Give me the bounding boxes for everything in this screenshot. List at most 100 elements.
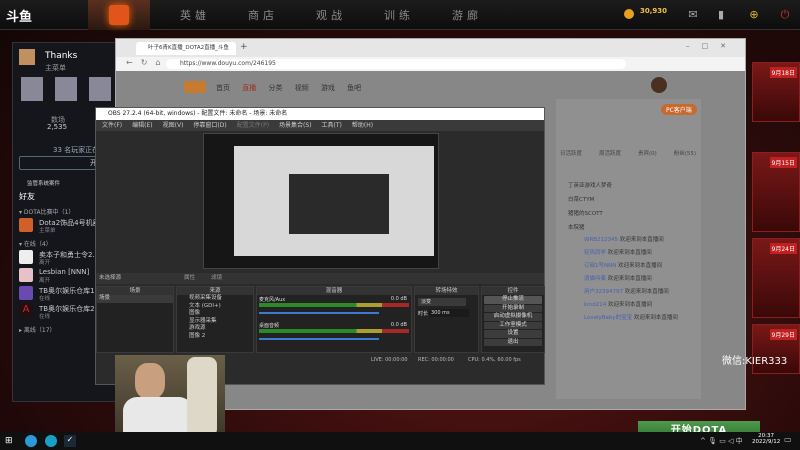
streamer-face (135, 363, 165, 399)
volume-slider[interactable] (259, 338, 379, 340)
friend-avatar (19, 218, 33, 232)
nav-category[interactable]: 分类 (268, 84, 282, 92)
app-icon[interactable] (45, 435, 57, 447)
transition-select[interactable]: 淡变 (418, 298, 466, 306)
nav-video[interactable]: 视频 (295, 84, 309, 92)
browser-tab[interactable]: 叶子6青K直播_DOTA2直播_斗鱼 (136, 42, 236, 55)
event-card[interactable]: 9月18日 (752, 62, 800, 122)
source-item[interactable]: 图像 (177, 310, 253, 318)
url-input[interactable]: https://www.douyu.com/246195 (166, 59, 626, 69)
group-offline[interactable]: ▸ 离线（17） (19, 325, 56, 334)
stop-streaming-button[interactable]: 停止推流 (484, 296, 542, 304)
tray-icons[interactable]: ^ 🎙 ▭ ◁ 中 (700, 436, 743, 446)
player-name: Thanks (45, 51, 78, 61)
group-in-game[interactable]: ▾ DOTA比赛中（1） (19, 207, 74, 216)
filters-button[interactable]: 滤镜 (211, 273, 222, 284)
report-link[interactable]: 监管系统案件 (27, 179, 60, 187)
nav-live[interactable]: 直播 (242, 84, 256, 92)
controls-dock: 控件 停止推流 开始录制 启动虚拟摄像机 工作室模式 设置 退出 (481, 286, 545, 353)
party-slot[interactable] (55, 77, 77, 101)
plus-icon[interactable]: ⊕ (745, 6, 763, 24)
preview-nested-obs (289, 174, 389, 234)
menu-tools[interactable]: 工具(T) (322, 122, 342, 129)
obs-title-bar: OBS 27.2.4 (64-bit, windows) - 配置文件: 未命名… (96, 108, 544, 120)
source-item[interactable]: 游戏源 (177, 325, 253, 333)
clock[interactable]: 20:37 2022/9/12 (752, 433, 780, 445)
nav-home[interactable]: 首页 (216, 84, 230, 92)
event-card[interactable]: 9月24日 (752, 238, 800, 318)
properties-button[interactable]: 属性 (184, 273, 195, 284)
dock-title: 来源 (177, 287, 253, 295)
clock-date: 2022/9/12 (752, 439, 781, 445)
dock-title: 场景 (97, 287, 173, 295)
menu-docks[interactable]: 停靠窗口(D) (193, 122, 226, 129)
windows-start-icon[interactable]: ⊞ (5, 436, 13, 446)
nav-yuba[interactable]: 鱼吧 (347, 84, 361, 92)
mixer-db: 0.0 dB (390, 296, 407, 302)
rank-item: 白菜CTYM (568, 197, 595, 203)
settings-button[interactable]: 设置 (484, 330, 542, 338)
nav-buttons[interactable]: ←↻⌂ (126, 58, 168, 67)
obs-preview[interactable] (203, 133, 439, 269)
exit-button[interactable]: 退出 (484, 338, 542, 346)
dota-logo-icon (109, 5, 129, 25)
chat-message: 用户32394797 欢迎来到本直播间 (584, 289, 669, 295)
audio-meter (259, 303, 409, 307)
mail-icon[interactable]: ✉ (684, 6, 702, 24)
friend-avatar (19, 286, 33, 300)
steam-icon[interactable]: ✓ (64, 435, 76, 447)
nav-arcade[interactable]: 游廊 (452, 7, 482, 23)
duration-input[interactable]: 300 ms (429, 309, 469, 317)
party-slot[interactable] (89, 77, 111, 101)
source-item[interactable]: 图像 2 (177, 333, 253, 341)
scene-item[interactable]: 场景 (97, 295, 173, 303)
new-tab-button[interactable]: + (240, 42, 248, 52)
source-item[interactable]: 视频采集设备 (177, 295, 253, 303)
volume-slider[interactable] (259, 312, 379, 314)
sources-dock: 来源 视频采集设备 文本 (GDI+) 图像 显示器采集 游戏源 图像 2 (176, 286, 254, 353)
nav-learn[interactable]: 训练 (384, 7, 414, 23)
browser-tab-bar: 叶子6青K直播_DOTA2直播_斗鱼 + –□✕ (116, 39, 745, 57)
party-slot[interactable] (21, 77, 43, 101)
start-recording-button[interactable]: 开始录制 (484, 304, 542, 312)
source-item[interactable]: 显示器采集 (177, 318, 253, 326)
settings-icon[interactable]: ▮ (712, 6, 730, 24)
dock-title: 转场特效 (415, 287, 478, 295)
notification-icon[interactable]: ▭ (784, 435, 792, 444)
chat-message: WRB212345 欢迎来到本直播间 (584, 237, 664, 243)
event-date: 9月18日 (769, 67, 797, 78)
address-bar-row: ←↻⌂ https://www.douyu.com/246195 (116, 57, 745, 71)
nav-watch[interactable]: 观战 (316, 7, 346, 23)
dota-home-button[interactable] (88, 0, 150, 30)
douyu-nav: 首页 直播 分类 视频 游戏 鱼吧 (216, 83, 361, 93)
avatar (19, 49, 35, 65)
edge-icon[interactable] (25, 435, 37, 447)
menu-scene-collection[interactable]: 场景集合(S) (279, 122, 312, 129)
user-avatar[interactable] (651, 77, 667, 93)
source-item[interactable]: 文本 (GDI+) (177, 303, 253, 311)
duration-label: 时长 (418, 311, 429, 317)
pc-client-button[interactable]: PC客户端 (661, 104, 697, 115)
dota-top-bar: 斗鱼 英雄 商店 观战 训练 游廊 30,930 ✉ ▮ ⊕ ⏻ (0, 0, 800, 30)
friend-avatar: A (19, 304, 33, 318)
event-card[interactable]: 9月15日 (752, 152, 800, 232)
studio-mode-button[interactable]: 工作室模式 (484, 321, 542, 329)
power-icon[interactable]: ⏻ (776, 6, 794, 24)
tab-daily[interactable]: 日活跃度 (560, 149, 582, 157)
group-online[interactable]: ▾ 在线（4） (19, 239, 52, 248)
menu-file[interactable]: 文件(F) (102, 122, 122, 129)
window-controls[interactable]: –□✕ (686, 42, 738, 50)
menu-help[interactable]: 帮助(H) (352, 122, 373, 129)
friend-status: 主菜单 (39, 228, 56, 234)
nav-store[interactable]: 商店 (248, 7, 278, 23)
virtual-camera-button[interactable]: 启动虚拟摄像机 (484, 313, 542, 321)
menu-profile[interactable]: 配置文件(P) (237, 122, 269, 129)
menu-view[interactable]: 视图(V) (163, 122, 184, 129)
nav-heroes[interactable]: 英雄 (180, 7, 210, 23)
friend-name[interactable]: Lesbian [NNN] (39, 268, 89, 276)
menu-edit[interactable]: 编辑(E) (132, 122, 152, 129)
tab-vip[interactable]: 贵宾(0) (638, 149, 657, 157)
nav-games[interactable]: 游戏 (321, 84, 335, 92)
tab-fans[interactable]: 粉丝(55) (674, 149, 696, 157)
tab-weekly[interactable]: 周活跃度 (599, 149, 621, 157)
